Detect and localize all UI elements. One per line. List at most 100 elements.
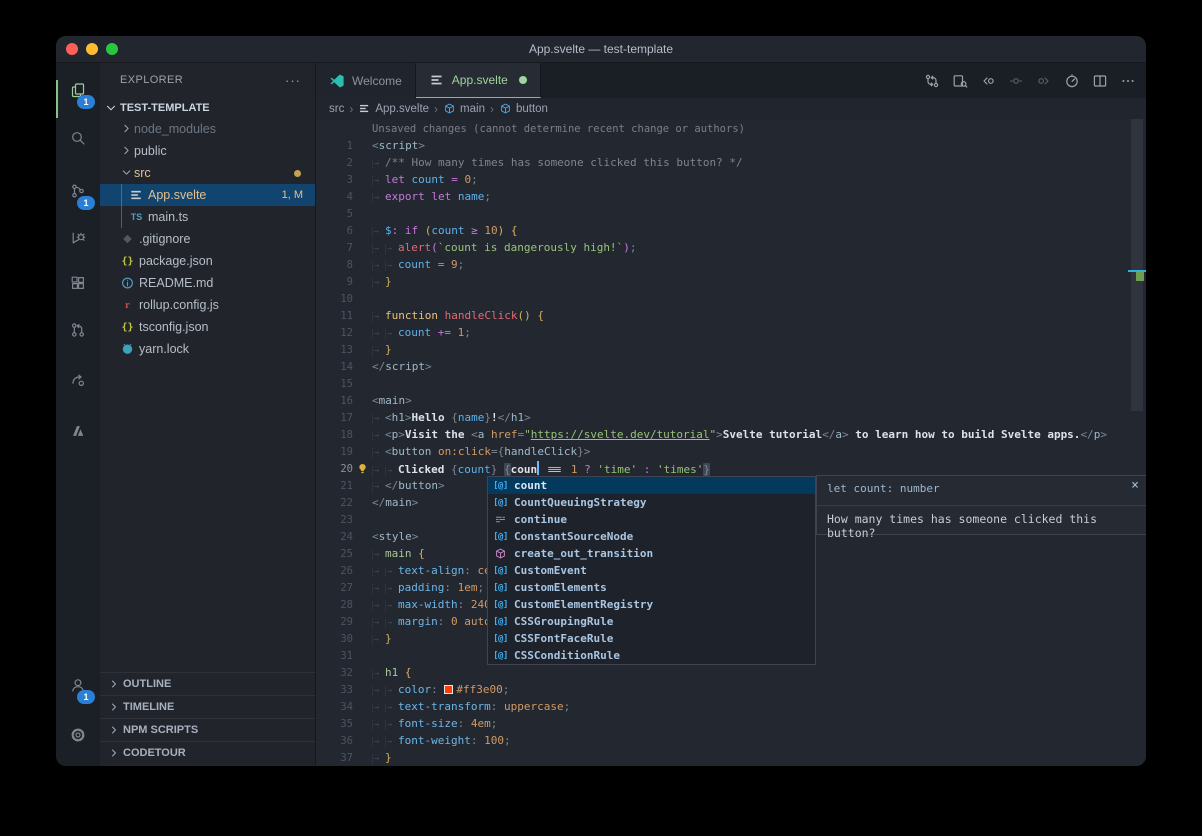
- code-line-32[interactable]: 32→h1 {: [316, 664, 1128, 681]
- suggestion-create_out_transition[interactable]: create_out_transition: [488, 545, 815, 562]
- code-line-17[interactable]: 17→<h1>Hello {name}!</h1>: [316, 409, 1128, 426]
- activity-item-explorer[interactable]: 1: [56, 74, 100, 106]
- sidebar-section-codetour[interactable]: CODETOUR: [100, 741, 315, 764]
- tree-item-src[interactable]: src: [100, 162, 315, 184]
- suggestion-CSSConditionRule[interactable]: [@]CSSConditionRule: [488, 647, 815, 664]
- breadcrumb-item-button[interactable]: button: [499, 102, 548, 115]
- code-line-12[interactable]: 12→→count += 1;: [316, 324, 1128, 341]
- code-line-8[interactable]: 8→→count = 9;: [316, 256, 1128, 273]
- code-line-35[interactable]: 35→→font-size: 4em;: [316, 715, 1128, 732]
- suggestion-CSSFontFaceRule[interactable]: [@]CSSFontFaceRule: [488, 630, 815, 647]
- activity-item-accounts[interactable]: 1: [56, 669, 100, 701]
- svelte-icon: [429, 72, 445, 88]
- tree-item-App.svelte[interactable]: App.svelte1, M: [100, 184, 315, 206]
- tree-item-public[interactable]: public: [100, 140, 315, 162]
- activity-item-run-debug[interactable]: [56, 222, 100, 254]
- code-line-1[interactable]: 1<script>: [316, 137, 1128, 154]
- scrollbar[interactable]: [1128, 119, 1146, 766]
- code-line-3[interactable]: 3→let count = 0;: [316, 171, 1128, 188]
- tree-item-.gitignore[interactable]: .gitignore: [100, 228, 315, 250]
- suggestion-CSSGroupingRule[interactable]: [@]CSSGroupingRule: [488, 613, 815, 630]
- lightbulb-icon[interactable]: [353, 462, 372, 475]
- scrollbar-thumb[interactable]: [1131, 119, 1143, 411]
- file-name: yarn.lock: [139, 342, 189, 356]
- breadcrumb-item-app-svelte[interactable]: App.svelte: [358, 102, 429, 115]
- minimize-window-button[interactable]: [86, 43, 98, 55]
- file-tree: node_modulespublicsrcApp.svelte1, MTSmai…: [100, 118, 315, 360]
- line-number: 15: [316, 378, 353, 390]
- open-changes-icon[interactable]: [923, 72, 940, 89]
- more-actions-icon[interactable]: ···: [285, 73, 301, 88]
- code-line-13[interactable]: 13→}: [316, 341, 1128, 358]
- breadcrumb: src›App.svelte›main›button: [316, 98, 1146, 119]
- code-line-15[interactable]: 15: [316, 375, 1128, 392]
- whitespace-tab-arrow: →: [372, 176, 385, 186]
- close-icon[interactable]: ×: [1131, 478, 1139, 493]
- line-number: 37: [316, 752, 353, 764]
- line-number: 25: [316, 548, 353, 560]
- whitespace-tab-arrow: →: [372, 737, 385, 747]
- nav-back-icon[interactable]: [979, 72, 996, 89]
- whitespace-tab-arrow: →: [385, 737, 398, 747]
- split-editor-icon[interactable]: [1091, 72, 1108, 89]
- code-line-10[interactable]: 10: [316, 290, 1128, 307]
- code-editor[interactable]: Unsaved changes (cannot determine recent…: [316, 119, 1146, 766]
- suggestion-CustomElementRegistry[interactable]: [@]CustomElementRegistry: [488, 596, 815, 613]
- code-line-18[interactable]: 18→<p>Visit the <a href="https://svelte.…: [316, 426, 1128, 443]
- run-tour-icon[interactable]: [1063, 72, 1080, 89]
- activity-item-azure[interactable]: [56, 415, 100, 447]
- code-line-33[interactable]: 33→→color: #ff3e00;: [316, 681, 1128, 698]
- suggestion-ConstantSourceNode[interactable]: [@]ConstantSourceNode: [488, 528, 815, 545]
- close-window-button[interactable]: [66, 43, 78, 55]
- code-line-7[interactable]: 7→→alert(`count is dangerously high!`);: [316, 239, 1128, 256]
- code-line-11[interactable]: 11→function handleClick() {: [316, 307, 1128, 324]
- tree-item-package.json[interactable]: {}package.json: [100, 250, 315, 272]
- activity-item-settings[interactable]: [56, 719, 100, 751]
- code-line-6[interactable]: 6→$: if (count ≥ 10) {: [316, 222, 1128, 239]
- tab-welcome[interactable]: Welcome: [316, 63, 416, 98]
- whitespace-tab-arrow: →: [372, 550, 385, 560]
- code-line-2[interactable]: 2→/** How many times has someone clicked…: [316, 154, 1128, 171]
- code-line-34[interactable]: 34→→text-transform: uppercase;: [316, 698, 1128, 715]
- zoom-window-button[interactable]: [106, 43, 118, 55]
- breadcrumb-item-main[interactable]: main: [443, 102, 485, 115]
- activity-item-extensions[interactable]: [56, 267, 100, 299]
- suggestion-customElements[interactable]: [@]customElements: [488, 579, 815, 596]
- tree-root-folder[interactable]: TEST-TEMPLATE: [100, 97, 315, 118]
- suggestion-continue[interactable]: continue: [488, 511, 815, 528]
- code-line-19[interactable]: 19→<button on:click={handleClick}>: [316, 443, 1128, 460]
- window-title: App.svelte — test-template: [529, 42, 673, 56]
- activity-item-live-share[interactable]: [56, 364, 100, 396]
- tree-item-node_modules[interactable]: node_modules: [100, 118, 315, 140]
- code-line-4[interactable]: 4→export let name;: [316, 188, 1128, 205]
- activity-item-search[interactable]: [56, 122, 100, 154]
- suggestion-CountQueuingStrategy[interactable]: [@]CountQueuingStrategy: [488, 494, 815, 511]
- code-line-16[interactable]: 16<main>: [316, 392, 1128, 409]
- more-actions-icon[interactable]: [1119, 72, 1136, 89]
- code-line-9[interactable]: 9→}: [316, 273, 1128, 290]
- tree-item-main.ts[interactable]: TSmain.ts: [100, 206, 315, 228]
- activity-item-github-pull-requests[interactable]: [56, 314, 100, 346]
- open-preview-icon[interactable]: [951, 72, 968, 89]
- suggest-docs-description: How many times has someone clicked this …: [827, 512, 1146, 540]
- tab-app-svelte[interactable]: App.svelte: [416, 63, 541, 98]
- suggestion-count[interactable]: [@]count: [488, 477, 815, 494]
- line-number: 7: [316, 242, 353, 254]
- whitespace-tab-arrow: →: [385, 567, 398, 577]
- code-line-5[interactable]: 5: [316, 205, 1128, 222]
- tree-item-tsconfig.json[interactable]: {}tsconfig.json: [100, 316, 315, 338]
- breadcrumb-item-src[interactable]: src: [329, 103, 344, 115]
- activity-item-source-control[interactable]: 1: [56, 175, 100, 207]
- sidebar-section-npm-scripts[interactable]: NPM SCRIPTS: [100, 718, 315, 741]
- tree-item-yarn.lock[interactable]: yarn.lock: [100, 338, 315, 360]
- nav-current-icon[interactable]: [1007, 72, 1024, 89]
- sidebar-section-timeline[interactable]: TIMELINE: [100, 695, 315, 718]
- tree-item-rollup.config.js[interactable]: rrollup.config.js: [100, 294, 315, 316]
- code-line-36[interactable]: 36→→font-weight: 100;: [316, 732, 1128, 749]
- code-line-37[interactable]: 37→}: [316, 749, 1128, 766]
- sidebar-section-outline[interactable]: OUTLINE: [100, 672, 315, 695]
- suggestion-CustomEvent[interactable]: [@]CustomEvent: [488, 562, 815, 579]
- nav-forward-icon[interactable]: [1035, 72, 1052, 89]
- tree-item-README.md[interactable]: README.md: [100, 272, 315, 294]
- code-line-14[interactable]: 14</script>: [316, 358, 1128, 375]
